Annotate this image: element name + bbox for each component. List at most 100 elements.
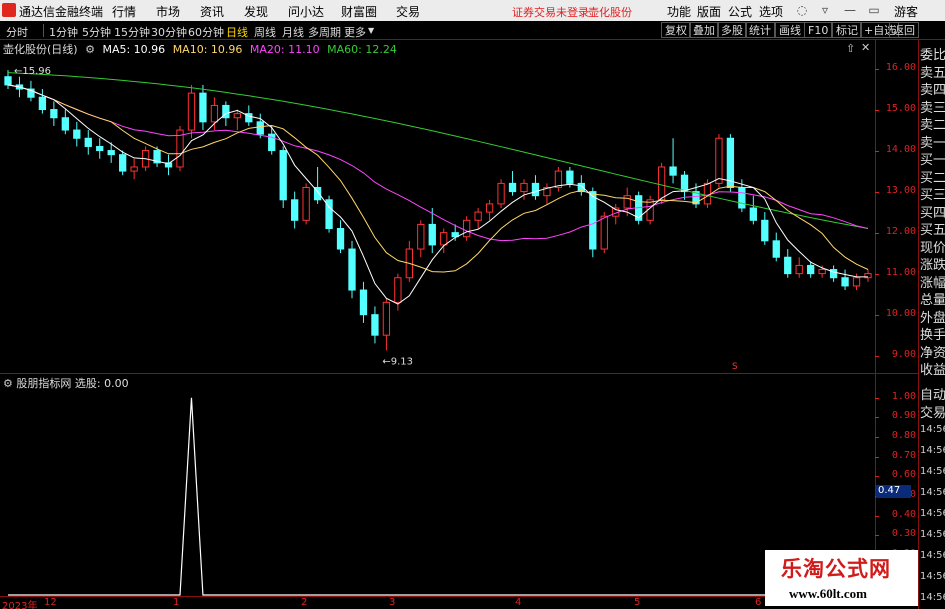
ma20-value: MA20: 11.10 [249,43,320,56]
period-15min[interactable]: 15分钟 [114,24,150,40]
ma10-value: MA10: 10.96 [172,43,243,56]
ring-icon[interactable]: ◌ [794,2,810,18]
candle-up [795,264,803,275]
auto-trade-label[interactable]: 交易 [920,402,945,421]
price-tick-label: 9.00 [891,348,916,360]
candle-down [61,117,69,131]
period-weekly[interactable]: 周线 [254,24,276,40]
quote-field-label: 卖一 [920,135,945,151]
period-5min[interactable]: 5分钟 [82,24,111,40]
period-30min[interactable]: 30分钟 [151,24,187,40]
menu-ask[interactable]: 问小达 [288,3,324,20]
period-monthly[interactable]: 月线 [282,24,304,40]
period-tick[interactable]: 分时 [6,24,28,40]
candle-down [371,314,379,336]
candle-down [589,191,597,250]
candle-up [852,277,861,287]
period-multi[interactable]: 多周期 [308,24,341,40]
indicator-tick-label: 0.90 [891,410,916,422]
login-warning[interactable]: 证券交易未登录 [512,4,589,20]
menu-layout[interactable]: 版面 [697,3,721,20]
menu-function[interactable]: 功能 [667,3,691,20]
guest-label[interactable]: 游客 [894,3,918,20]
indicator-chart[interactable] [0,374,875,596]
period-1min[interactable]: 1分钟 [49,24,78,40]
ma5-value: MA5: 10.96 [102,43,166,56]
indicator-settings-icon[interactable]: ⚙ [3,377,13,390]
quote-field-label: 卖三 [920,100,945,116]
shirt-icon[interactable]: ▿ [817,2,833,18]
candle-down [38,96,47,111]
date-label: 5 [634,597,641,608]
price-tick-label: 11.00 [885,266,916,278]
indicator-name: 股朋指标网 [16,377,72,390]
menu-trade[interactable]: 交易 [396,3,420,20]
candle-down [669,166,677,176]
date-label: 6 [755,597,762,608]
menu-market[interactable]: 行情 [112,3,136,20]
indicator-line [8,397,868,596]
period-60min[interactable]: 60分钟 [188,24,224,40]
period-toolbar: 分时 1分钟 5分钟 15分钟 30分钟 60分钟 日线 周线 月线 多周期 更… [0,21,945,40]
auto-trade-label[interactable]: 自动 [920,384,945,403]
candle-down [107,150,115,156]
close-icon[interactable]: ✕ [861,41,870,54]
candle-down [291,199,299,221]
app-logo-icon [2,3,16,17]
f10-button[interactable]: F10 [804,22,833,38]
candle-down [738,186,746,209]
candle-down [279,150,287,201]
draw-line-button[interactable]: 画线 [775,22,805,38]
axis-tick [875,150,879,152]
restore-icon[interactable]: ▭ [866,2,882,18]
sell-marker: S [732,362,738,372]
arrow-up-icon[interactable]: ⇧ [846,42,855,55]
period-more[interactable]: 更多 [344,24,366,40]
candle-up [623,195,631,209]
candle-up [520,182,528,193]
axis-tick [875,476,879,478]
menu-options[interactable]: 选项 [759,3,783,20]
stats-button[interactable]: 统计 [745,22,775,38]
indicator-tick-label: 0.70 [891,449,916,461]
quote-field-label: 卖二 [920,118,945,133]
quote-field-label: 总量 [920,293,945,308]
menu-news[interactable]: 资讯 [200,3,224,20]
settings-icon[interactable]: ⚙ [85,43,95,56]
quote-field-label: 买二 [920,170,945,186]
multi-stock-button[interactable]: 多股 [717,22,747,38]
trade-time: 14:56 [920,424,945,435]
more-dropdown-icon[interactable]: ▼ [368,26,374,35]
minimize-icon[interactable]: — [842,2,858,18]
back-button[interactable]: 返回 [889,22,919,38]
candlestick-chart[interactable]: ←15.96 ←9.13 S [0,40,875,373]
candle-up [600,215,608,250]
period-daily[interactable]: 日线 [226,24,248,40]
adjust-button[interactable]: 复权 [661,22,691,38]
menu-markets[interactable]: 市场 [156,3,180,20]
candle-down [96,145,104,152]
candle-up [394,277,402,303]
candle-down [50,109,58,119]
top-stock-name: 壶化股份 [588,6,632,19]
high-annotation: ←15.96 [14,66,51,77]
mark-button[interactable]: 标记 [832,22,862,38]
date-label: 4 [515,597,522,608]
quote-field-label: 现价 [920,240,945,256]
quote-field-label: 收益 [920,363,945,378]
menu-formula[interactable]: 公式 [728,3,752,20]
axis-tick [875,355,879,357]
trade-time: 14:56 [920,550,945,561]
axis-tick [875,437,879,439]
axis-tick [875,397,879,399]
menu-discover[interactable]: 发现 [244,3,268,20]
candle-down [428,223,436,246]
date-label: 2023年 [2,601,38,609]
axis-tick [875,314,879,316]
candle-down [784,256,792,275]
overlay-button[interactable]: 叠加 [689,22,719,38]
price-tick-label: 15.00 [885,102,916,114]
candle-up [233,113,241,119]
quote-field-label: 净资 [920,345,945,361]
menu-wealth[interactable]: 财富圈 [341,3,377,20]
